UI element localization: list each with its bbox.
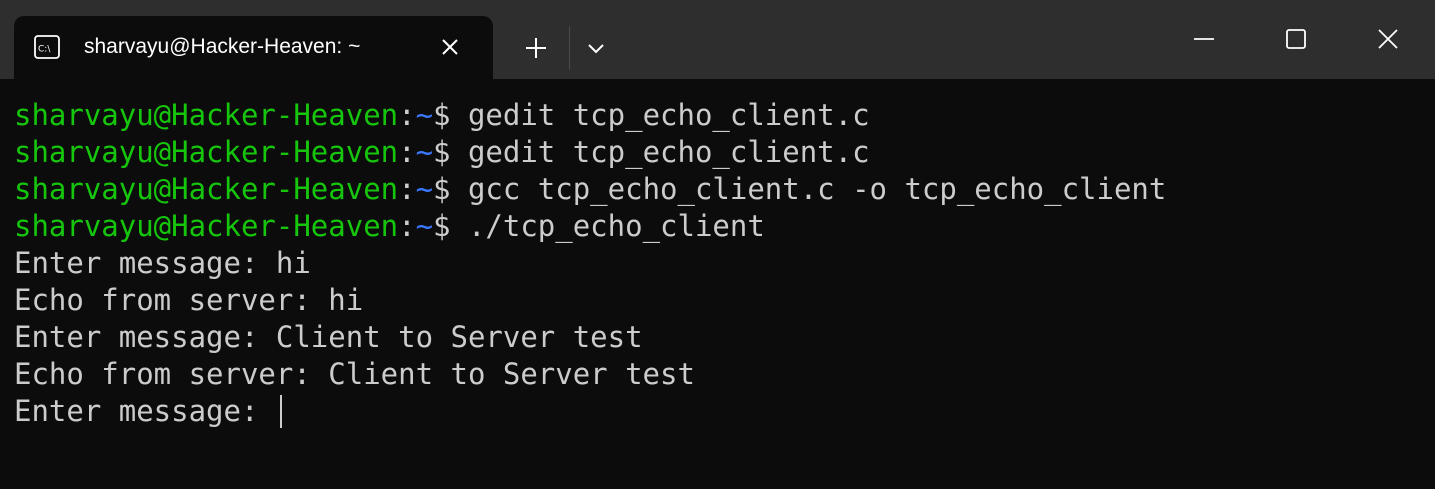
tab-separator bbox=[569, 26, 570, 70]
command-text: gcc tcp_echo_client.c -o tcp_echo_client bbox=[467, 172, 1167, 206]
minimize-icon[interactable] bbox=[1189, 24, 1219, 54]
text-cursor bbox=[279, 395, 282, 428]
terminal-icon: C:\ bbox=[34, 35, 60, 59]
maximize-icon[interactable] bbox=[1281, 24, 1311, 54]
prompt-path: ~ bbox=[415, 135, 434, 169]
prompt-path: ~ bbox=[415, 209, 434, 243]
command-text: gedit tcp_echo_client.c bbox=[467, 135, 870, 169]
prompt-separator: : bbox=[398, 209, 416, 243]
prompt-separator: : bbox=[398, 135, 416, 169]
prompt-user: sharvayu@Hacker-Heaven bbox=[14, 135, 399, 169]
output-line: Enter message: hi bbox=[14, 246, 311, 280]
tab-title: sharvayu@Hacker-Heaven: ~ bbox=[84, 35, 361, 58]
prompt-line: sharvayu@Hacker-Heaven:~$ gcc tcp_echo_c… bbox=[14, 171, 1166, 208]
input-line[interactable]: Enter message: bbox=[14, 393, 282, 430]
plus-icon[interactable] bbox=[520, 32, 552, 64]
close-icon[interactable] bbox=[1373, 24, 1403, 54]
prompt-line: sharvayu@Hacker-Heaven:~$ gedit tcp_echo… bbox=[14, 134, 870, 171]
prompt-path: ~ bbox=[415, 172, 434, 206]
prompt-user: sharvayu@Hacker-Heaven bbox=[14, 172, 399, 206]
prompt-separator: : bbox=[398, 172, 416, 206]
prompt-symbol: $ bbox=[433, 98, 468, 132]
tab-terminal[interactable]: C:\ sharvayu@Hacker-Heaven: ~ bbox=[14, 16, 493, 79]
command-text: gedit tcp_echo_client.c bbox=[467, 98, 870, 132]
command-text: ./tcp_echo_client bbox=[467, 209, 765, 243]
terminal-output[interactable]: sharvayu@Hacker-Heaven:~$ gedit tcp_echo… bbox=[0, 79, 1435, 489]
svg-text:C:\: C:\ bbox=[38, 45, 51, 55]
output-line: Enter message: Client to Server test bbox=[14, 320, 643, 354]
prompt-line: sharvayu@Hacker-Heaven:~$ gedit tcp_echo… bbox=[14, 97, 870, 134]
prompt-user: sharvayu@Hacker-Heaven bbox=[14, 98, 399, 132]
prompt-symbol: $ bbox=[433, 209, 468, 243]
prompt-separator: : bbox=[398, 98, 416, 132]
chevron-down-icon[interactable] bbox=[580, 32, 612, 64]
prompt-path: ~ bbox=[415, 98, 434, 132]
output-line: Echo from server: hi bbox=[14, 283, 364, 317]
input-prompt: Enter message: bbox=[14, 394, 276, 428]
prompt-user: sharvayu@Hacker-Heaven bbox=[14, 209, 399, 243]
output-line: Echo from server: Client to Server test bbox=[14, 357, 695, 391]
terminal-window: C:\ sharvayu@Hacker-Heaven: ~ sharvayu@H… bbox=[0, 0, 1435, 489]
close-icon[interactable] bbox=[438, 35, 462, 59]
prompt-symbol: $ bbox=[433, 172, 468, 206]
prompt-line: sharvayu@Hacker-Heaven:~$ ./tcp_echo_cli… bbox=[14, 208, 765, 245]
title-bar[interactable]: C:\ sharvayu@Hacker-Heaven: ~ bbox=[0, 0, 1435, 79]
prompt-symbol: $ bbox=[433, 135, 468, 169]
